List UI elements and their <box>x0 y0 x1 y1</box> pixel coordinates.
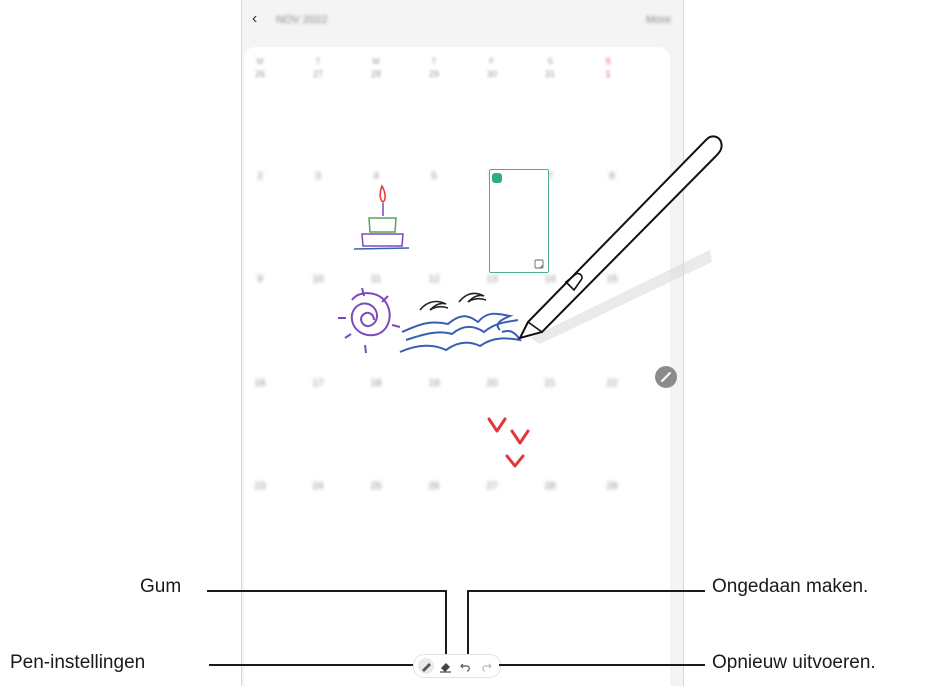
pen-toolbar <box>413 654 501 678</box>
undo-button[interactable] <box>456 655 476 677</box>
cake-drawing <box>353 184 410 250</box>
pen-settings-button[interactable] <box>416 655 436 677</box>
birds-drawing <box>419 292 487 311</box>
eraser-icon <box>440 663 451 673</box>
eraser-button[interactable] <box>436 655 456 677</box>
air-command-handle[interactable] <box>655 366 677 388</box>
leader-line-undo <box>467 590 705 592</box>
callout-pen-settings: Pen-instellingen <box>10 652 146 673</box>
s-pen-illustration <box>518 135 723 340</box>
callout-undo: Ongedaan maken. <box>712 576 869 597</box>
waves-drawing <box>399 312 522 353</box>
redo-icon <box>482 663 492 672</box>
leader-line-gum <box>207 590 447 592</box>
callout-gum: Gum <box>140 576 182 597</box>
leader-line-undo-vertical <box>467 590 469 654</box>
redo-button[interactable] <box>476 655 496 677</box>
leader-line-gum-vertical <box>445 590 447 654</box>
undo-icon <box>460 663 470 672</box>
pen-icon <box>661 372 671 382</box>
hearts-drawing <box>487 417 530 468</box>
callout-redo: Opnieuw uitvoeren. <box>712 652 876 673</box>
pen-icon <box>418 658 434 674</box>
leader-line-redo <box>499 664 705 666</box>
leader-line-pen-settings <box>209 664 413 666</box>
sun-drawing <box>338 287 401 354</box>
